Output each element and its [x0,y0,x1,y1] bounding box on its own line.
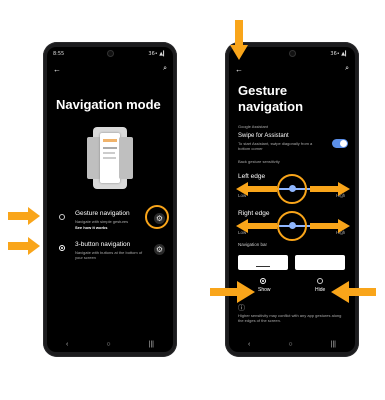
show-label: Show [258,287,271,293]
right-edge-low: Low [238,230,247,235]
system-nav-bar: ‹ ○ ||| [47,336,173,352]
gesture-desc: Navigate with simple gestures [75,219,129,224]
gesture-label: Gesture navigation [75,210,130,217]
left-edge-low: Low [238,193,247,198]
section-google-assistant: Google Assistant [238,124,269,129]
camera-dot [289,51,295,56]
camera-dot [107,51,113,56]
nav-bar-show-preview[interactable] [238,255,288,270]
3-button-label: 3-button navigation [75,241,131,248]
back-arrow-icon[interactable]: ← [235,65,243,74]
left-screen: 8:55 36• ▲▎ ← ⌕ Navigation mode Gesture … [47,47,173,352]
nav-recents-icon[interactable]: ||| [331,341,336,348]
show-radio[interactable] [260,278,266,284]
right-edge-high: High [336,230,346,235]
show-preview-bar [256,266,270,267]
status-icons: 36• ▲▎ [148,51,167,57]
nav-back-icon[interactable]: ‹ [248,341,250,348]
arrow-to-gesture-option-icon [8,207,40,225]
nav-recents-icon[interactable]: ||| [149,341,154,348]
hide-label: Hide [315,287,326,293]
page-title: Navigation mode [56,97,161,112]
highlight-circle-left-edge-thumb [277,174,307,204]
gesture-radio[interactable] [59,214,65,220]
option-3-button-navigation[interactable]: 3-button navigation Navigate with button… [55,240,167,266]
info-icon: ⓘ [238,305,245,312]
3-button-radio[interactable] [59,245,65,251]
info-text: Higher sensitivity may conflict with any… [238,313,342,323]
preview-card-left [87,137,101,179]
3-button-desc: Navigate with buttons at the bottom of y… [75,250,143,260]
nav-back-icon[interactable]: ‹ [66,341,68,348]
preview-line-3 [103,157,116,159]
3-button-settings-gear-icon[interactable]: ⚙ [154,244,165,255]
hide-radio[interactable] [317,278,323,284]
preview-line-1 [103,147,117,149]
navigation-bar-label: Navigation bar [238,242,268,247]
preview-card-center [100,133,120,183]
see-how-link[interactable]: See how it works [75,225,107,230]
nav-home-icon[interactable]: ○ [106,341,110,348]
section-back-sensitivity: Back gesture sensitivity [238,159,280,164]
status-time: 8:55 [53,51,65,57]
nav-home-icon[interactable]: ○ [288,341,292,348]
nav-bar-hide-preview[interactable] [295,255,345,270]
preview-phone-illustration [87,127,133,189]
search-icon[interactable]: ⌕ [345,65,349,73]
arrow-to-3-button-option-icon [8,237,40,255]
top-bar: ← ⌕ [235,65,349,77]
swipe-assistant-toggle[interactable] [332,139,348,148]
swipe-assistant-title: Swipe for Assistant [238,133,289,139]
left-edge-high: High [336,193,346,198]
status-icons: 36• ▲▎ [330,51,349,57]
left-phone: 8:55 36• ▲▎ ← ⌕ Navigation mode Gesture … [43,42,177,357]
right-edge-label: Right edge [238,210,270,217]
highlight-circle-right-edge-thumb [277,211,307,241]
highlight-circle-gear [145,205,169,229]
swipe-assistant-desc: To start Assistant, swipe diagonally fro… [238,141,313,151]
left-edge-label: Left edge [238,173,266,180]
top-bar: ← ⌕ [53,65,167,77]
system-nav-bar: ‹ ○ ||| [229,336,355,352]
page-title: Gesture navigation [238,83,304,114]
preview-line-2 [103,152,115,154]
search-icon[interactable]: ⌕ [163,65,167,73]
back-arrow-icon[interactable]: ← [53,65,61,74]
preview-card-right [119,137,133,179]
preview-bar [103,139,117,142]
